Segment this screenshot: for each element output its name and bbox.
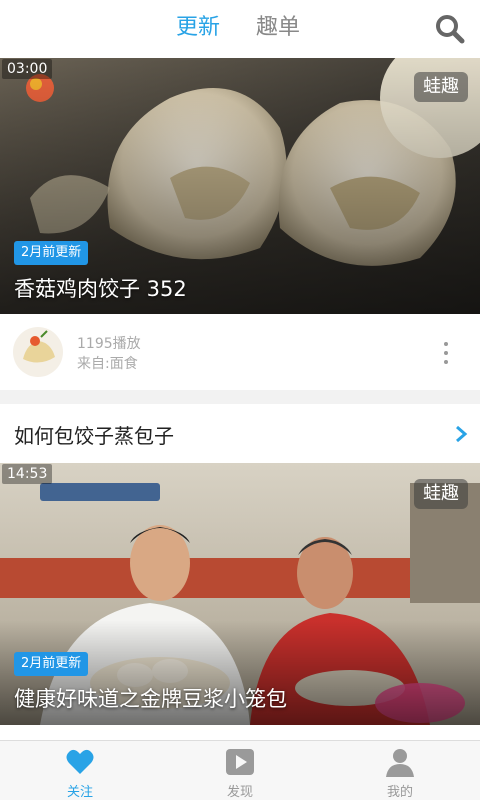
top-bar: 更新 趣单 <box>0 0 480 58</box>
more-dot-icon <box>444 351 448 355</box>
video-card[interactable]: 03:00 蛙趣 2月前更新 香菇鸡肉饺子 352 <box>0 58 480 314</box>
tab-list[interactable]: 趣单 <box>256 13 300 43</box>
nav-label: 关注 <box>66 785 93 800</box>
channel-avatar[interactable] <box>13 327 63 377</box>
nav-label: 发现 <box>226 785 253 800</box>
nav-follow[interactable]: 关注 <box>30 741 130 800</box>
brand-badge: 蛙趣 <box>414 479 468 509</box>
nav-discover[interactable]: 发现 <box>190 741 290 800</box>
heart-icon <box>66 749 94 774</box>
play-icon <box>226 749 254 775</box>
nav-label: 我的 <box>386 785 413 800</box>
update-time-badge: 2月前更新 <box>14 241 89 265</box>
bottom-nav: 关注 发现 我的 <box>0 740 480 800</box>
more-dot-icon <box>444 342 448 346</box>
playlist-title: 如何包饺子蒸包子 <box>14 424 174 448</box>
video-title[interactable]: 香菇鸡肉饺子 352 <box>14 273 187 303</box>
tab-update[interactable]: 更新 <box>176 13 220 43</box>
video-card[interactable]: 14:53 蛙趣 2月前更新 健康好味道之金牌豆浆小笼包 <box>0 463 480 725</box>
playlist-header[interactable]: 如何包饺子蒸包子 <box>0 404 480 463</box>
nav-mine[interactable]: 我的 <box>350 741 450 800</box>
video-title[interactable]: 健康好味道之金牌豆浆小笼包 <box>14 683 287 713</box>
dumpling-avatar-icon <box>23 330 55 363</box>
user-icon <box>386 749 414 777</box>
update-time-badge: 2月前更新 <box>14 652 89 676</box>
more-dot-icon <box>444 360 448 364</box>
video-duration: 14:53 <box>2 464 53 484</box>
video-meta-row: 1195播放 来自:面食 <box>0 314 480 390</box>
search-button[interactable] <box>434 13 466 45</box>
brand-badge: 蛙趣 <box>414 72 468 102</box>
video-duration: 03:00 <box>2 59 53 79</box>
play-count: 1195播放 <box>77 336 141 352</box>
chevron-right-icon <box>456 425 468 443</box>
more-options-button[interactable] <box>436 340 456 366</box>
search-icon <box>436 15 465 44</box>
video-source[interactable]: 来自:面食 <box>77 353 138 373</box>
